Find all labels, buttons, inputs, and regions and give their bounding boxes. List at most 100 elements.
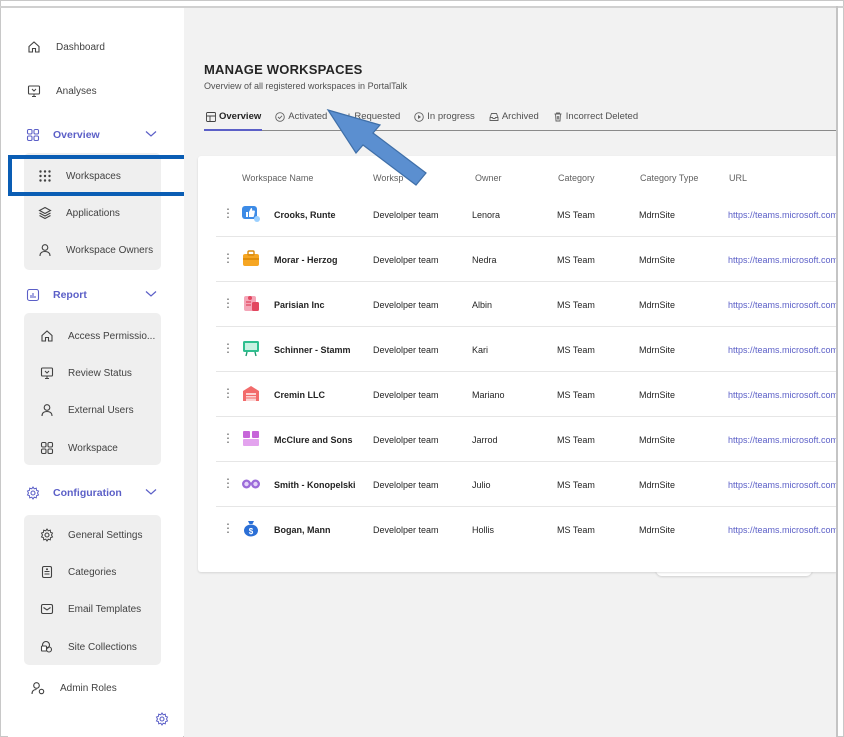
table-row[interactable]: ⋮ Parisian Inc Develolper team Albin MS … [216,282,836,327]
clipboard-logo-icon [241,293,261,313]
workspace-team: Develolper team [373,390,439,400]
gear-icon [25,485,41,501]
more-options-icon[interactable]: ⋮ [222,296,234,310]
sidebar-item-access-permissions[interactable]: Access Permissio... [40,329,155,343]
layers-icon [38,206,52,220]
sidebar-item-site-collections[interactable]: Site Collections [40,640,137,654]
workspace-category: MS Team [557,480,595,490]
archive-icon [489,112,499,122]
sidebar-item-general-settings[interactable]: General Settings [40,528,143,542]
table-row[interactable]: ⋮ Smith - Konopelski Develolper team Jul… [216,462,836,507]
workspace-category: MS Team [557,525,595,535]
column-header-url[interactable]: URL [729,173,747,183]
table-row[interactable]: ⋮ McClure and Sons Develolper team Jarro… [216,417,836,462]
sidebar-item-label: External Users [68,404,134,416]
sharepoint-icon [40,640,54,654]
workspace-url[interactable]: https://teams.microsoft.com... [728,390,836,400]
svg-text:$: $ [249,527,254,536]
sidebar-item-applications[interactable]: Applications [38,206,120,220]
workspace-name[interactable]: McClure and Sons [274,435,353,445]
glasses-logo-icon [241,473,261,493]
table-row[interactable]: ⋮ Crooks, Runte Develolper team Lenora M… [216,192,836,237]
grid-icon [25,127,41,143]
nav-dashboard[interactable]: Dashboard [26,39,105,55]
tab-archived[interactable]: Archived [489,111,539,122]
sidebar-item-label: General Settings [68,529,143,541]
more-options-icon[interactable]: ⋮ [222,431,234,445]
page-subtitle: Overview of all registered workspaces in… [204,81,408,91]
sidebar-item-label: Workspace [68,442,118,454]
section-report[interactable]: Report [25,287,157,303]
workspace-url[interactable]: https://teams.microsoft.com... [728,255,836,265]
table-row[interactable]: ⋮ Morar - Herzog Develolper team Nedra M… [216,237,836,282]
chevron-down-icon [145,289,157,301]
sidebar-item-categories[interactable]: Categories [40,565,116,579]
workspace-name[interactable]: Cremin LLC [274,390,325,400]
workspace-url[interactable]: https://teams.microsoft.com... [728,435,836,445]
table-row[interactable]: ⋮ Cremin LLC Develolper team Mariano MS … [216,372,836,417]
more-options-icon[interactable]: ⋮ [222,476,234,490]
nav-analyses[interactable]: Analyses [26,83,97,99]
sidebar-item-workspace[interactable]: Workspace [40,441,118,455]
column-header-name[interactable]: Workspace Name [242,173,313,183]
sidebar-item-label: Applications [66,207,120,219]
workspace-category: MS Team [557,300,595,310]
workspace-category: MS Team [557,255,595,265]
workspace-url[interactable]: https://teams.microsoft.com... [728,210,836,220]
workspace-url[interactable]: https://teams.microsoft.com... [728,525,836,535]
sidebar-item-label: Categories [68,566,117,578]
workspace-name[interactable]: Schinner - Stamm [274,345,351,355]
document-icon [40,565,54,579]
tab-overview[interactable]: Overview [206,111,261,122]
column-header-owner[interactable]: Owner [475,173,502,183]
tab-label: Incorrect Deleted [565,111,639,122]
workspace-category-type: MdrnSite [639,255,676,265]
check-circle-icon [275,111,286,122]
workspace-name[interactable]: Parisian Inc [274,300,325,310]
sidebar-item-label: Access Permissio... [68,330,156,342]
nav-admin-roles[interactable]: Admin Roles [30,680,117,696]
section-overview[interactable]: Overview [25,127,157,143]
sidebar-item-review-status[interactable]: Review Status [40,366,132,380]
section-report-label: Report [53,289,87,301]
sidebar-item-external-users[interactable]: External Users [40,403,134,417]
settings-gear-icon[interactable] [155,712,169,731]
workspace-team: Develolper team [373,525,439,535]
workspaces-table: Workspace Name Worksp Owner Category Cat… [198,156,836,572]
tab-label: Archived [501,111,539,122]
sidebar-item-email-templates[interactable]: Email Templates [40,602,141,616]
workspace-team: Develolper team [373,435,439,445]
page-title: MANAGE WORKSPACES [204,62,363,77]
column-header-category-type[interactable]: Category Type [640,173,698,183]
workspaces-highlight-box [8,155,210,196]
table-row[interactable]: ⋮ $ Bogan, Mann Develolper team Hollis M… [216,507,836,552]
workspace-name[interactable]: Bogan, Mann [274,525,331,535]
more-options-icon[interactable]: ⋮ [222,341,234,355]
thumbs-up-logo-icon [241,203,261,223]
money-bag-logo-icon: $ [241,518,261,538]
workspace-name[interactable]: Morar - Herzog [274,255,338,265]
workspace-owner: Mariano [472,390,505,400]
whiteboard-logo-icon [241,338,261,358]
column-header-category[interactable]: Category [558,173,595,183]
workspace-team: Develolper team [373,210,439,220]
active-tab-indicator [204,129,262,131]
more-options-icon[interactable]: ⋮ [222,206,234,220]
more-options-icon[interactable]: ⋮ [222,251,234,265]
tab-incorrect-deleted[interactable]: Incorrect Deleted [553,111,638,122]
workspace-url[interactable]: https://teams.microsoft.com... [728,480,836,490]
nav-analyses-label: Analyses [56,85,97,97]
section-configuration[interactable]: Configuration [25,485,157,501]
section-overview-label: Overview [53,129,100,141]
person-gear-icon [30,680,46,696]
more-options-icon[interactable]: ⋮ [222,521,234,535]
sidebar-item-workspace-owners[interactable]: Workspace Owners [38,243,153,257]
workspace-name[interactable]: Crooks, Runte [274,210,336,220]
workspace-name[interactable]: Smith - Konopelski [274,480,356,490]
table-row[interactable]: ⋮ Schinner - Stamm Develolper team Kari … [216,327,836,372]
monitor-icon [26,83,42,99]
workspace-owner: Kari [472,345,489,355]
workspace-url[interactable]: https://teams.microsoft.com... [728,345,836,355]
workspace-url[interactable]: https://teams.microsoft.com... [728,300,836,310]
more-options-icon[interactable]: ⋮ [222,386,234,400]
